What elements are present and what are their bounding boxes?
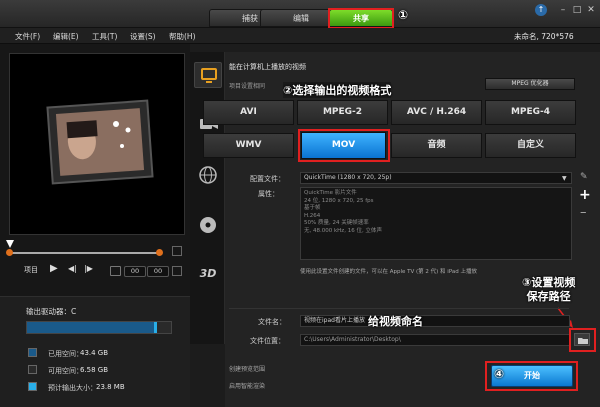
timecode-hours[interactable]: 00 — [124, 266, 146, 277]
play-icon[interactable]: ▶ — [50, 263, 58, 274]
3d-icon[interactable]: 3D — [194, 262, 222, 288]
trim-start-handle[interactable] — [6, 249, 13, 256]
legend-used-swatch — [28, 348, 37, 357]
menu-edit[interactable]: 编辑(E) — [53, 31, 79, 42]
annotation-step-3-line1: ③设置视频 — [522, 276, 576, 289]
project-label[interactable]: 项目 — [24, 265, 38, 275]
timeline-scrubber[interactable] — [10, 252, 160, 254]
format-custom[interactable]: 自定义 — [485, 133, 576, 158]
format-mpeg2[interactable]: MPEG-2 — [297, 100, 388, 125]
highlight-browse — [569, 328, 596, 352]
estimated-size-label: 预计输出大小： — [48, 384, 97, 392]
properties-box: QuickTime 影片文件 24 位, 1280 x 720, 25 fps … — [300, 187, 572, 260]
chevron-down-icon[interactable]: ▼ — [562, 175, 567, 182]
step-forward-icon[interactable]: |▶ — [84, 264, 93, 273]
filename-label: 文件名： — [258, 318, 286, 326]
filename-input[interactable]: 视频在ipad看片上播放 — [300, 315, 570, 327]
format-mpeg4[interactable]: MPEG-4 — [485, 100, 576, 125]
divider — [229, 308, 569, 309]
drive-usage-fill — [27, 322, 157, 333]
annotation-step-1: ① — [398, 8, 409, 22]
property-line: 无, 48.000 kHz, 16 位, 立体声 — [304, 227, 382, 234]
free-space-value: 6.58 GB — [80, 366, 109, 374]
legend-free-swatch — [28, 365, 37, 374]
split-clip-icon[interactable] — [172, 246, 182, 256]
minimize-icon[interactable]: – — [556, 4, 570, 16]
highlight-mov-format — [298, 129, 390, 162]
speaker-icon[interactable] — [110, 266, 121, 276]
property-line: 基于帧 — [304, 205, 321, 212]
project-info: 未命名, 720*576 — [514, 32, 574, 41]
drive-usage-bar — [26, 321, 172, 334]
create-preview-range-checkbox[interactable]: 创建预览范围 — [229, 364, 265, 373]
legend-estimated-swatch — [28, 382, 37, 391]
globe-icon[interactable] — [194, 162, 222, 188]
property-line: QuickTime 影片文件 — [304, 190, 357, 196]
maximize-icon[interactable]: □ — [570, 4, 584, 16]
property-line: 24 位, 1280 x 720, 25 fps — [304, 197, 374, 204]
highlight-share-tab — [328, 8, 394, 29]
video-preview — [9, 53, 185, 235]
fullscreen-icon[interactable] — [172, 266, 182, 276]
share-header: 能在计算机上播放的视频 — [229, 63, 306, 71]
output-drive-label: 输出驱动器：C — [26, 307, 77, 316]
location-label: 文件位置： — [250, 337, 285, 345]
estimated-size-marker — [153, 322, 157, 333]
device-compat-note: 使用此设置文件创建的文件，可以在 Apple TV (第 2 代) 和 iPad… — [300, 269, 478, 275]
format-audio[interactable]: 音频 — [391, 133, 482, 158]
properties-label: 属性： — [258, 190, 279, 198]
property-line: 50% 质量, 24 关键帧速率 — [304, 220, 369, 227]
format-avi[interactable]: AVI — [203, 100, 294, 125]
timecode-minutes[interactable]: 00 — [147, 266, 169, 277]
menu-file[interactable]: 文件(F) — [15, 31, 40, 42]
annotation-name-video: 给视频命名 — [368, 315, 423, 328]
format-avc-h264[interactable]: AVC / H.264 — [391, 100, 482, 125]
upgrade-icon[interactable]: ↑ — [535, 4, 547, 16]
monitor-icon[interactable] — [194, 62, 222, 88]
menu-tools[interactable]: 工具(T) — [92, 31, 117, 42]
annotation-step-3-line2: 保存路径 — [526, 290, 571, 303]
annotation-step-4: ④ — [494, 367, 505, 381]
step-back-icon[interactable]: ◀| — [68, 264, 77, 273]
mpeg-optimizer-button[interactable]: MPEG 优化器 — [485, 78, 575, 90]
annotation-step-2: ②选择输出的视频格式 — [283, 82, 392, 98]
free-space-label: 可用空间： — [48, 367, 83, 375]
share-category-column — [190, 52, 225, 344]
same-as-project-option[interactable]: 项目设置相同 — [229, 81, 265, 90]
location-input[interactable]: C:\Users\Administrator\Desktop\ — [300, 334, 570, 346]
format-wmv[interactable]: WMV — [203, 133, 294, 158]
remove-profile-icon[interactable]: – — [580, 205, 587, 220]
profile-dropdown[interactable]: QuickTime (1280 x 720, 25p) — [300, 172, 572, 184]
menu-help[interactable]: 帮助(H) — [169, 31, 196, 42]
estimated-size-value: 23.8 MB — [96, 383, 125, 391]
add-profile-icon[interactable]: + — [579, 187, 591, 203]
edit-profile-icon[interactable]: ✎ — [580, 172, 588, 182]
profile-label: 配置文件： — [250, 175, 285, 183]
annotation-step-3: ③设置视频 保存路径 — [522, 276, 575, 304]
used-space-value: 43.4 GB — [80, 349, 109, 357]
menu-settings[interactable]: 设置(S) — [130, 31, 156, 42]
disc-icon[interactable] — [194, 212, 222, 238]
smart-render-checkbox[interactable]: 启用智能渲染 — [229, 381, 265, 390]
preview-thumbnail — [46, 99, 154, 185]
trim-end-handle[interactable] — [156, 249, 163, 256]
menu-bar — [0, 28, 600, 44]
used-space-label: 已用空间： — [48, 350, 83, 358]
close-icon[interactable]: ✕ — [584, 4, 598, 16]
